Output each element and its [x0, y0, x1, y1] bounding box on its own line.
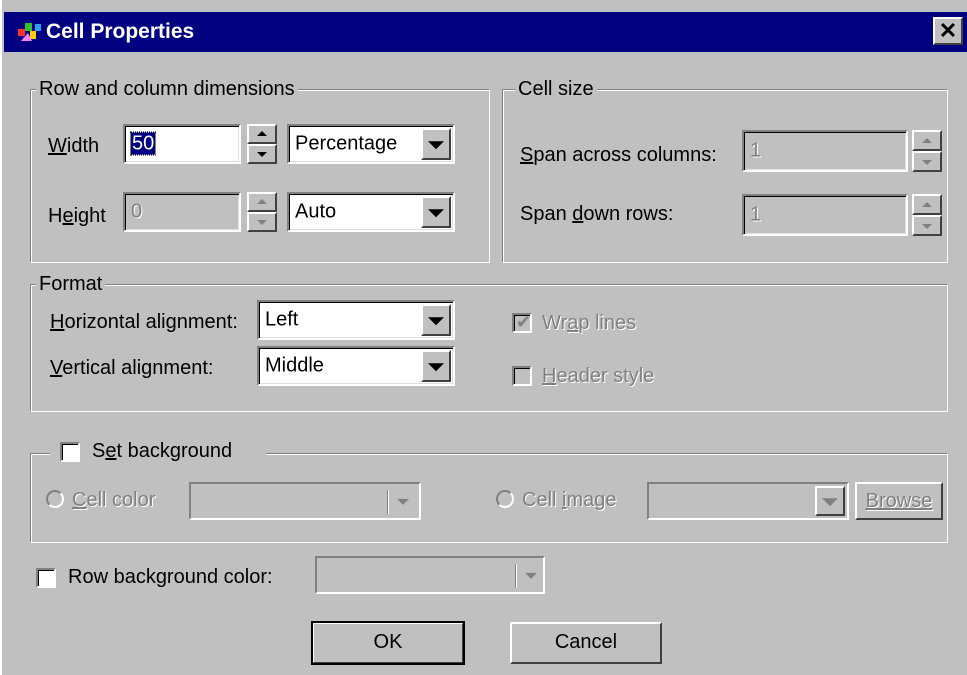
ok-label: OK: [373, 631, 403, 653]
browse-button[interactable]: Browse: [855, 482, 943, 520]
picker-divider: [387, 490, 388, 514]
spin-down-icon: [257, 220, 267, 225]
picker-divider: [515, 564, 516, 588]
cell-image-radio[interactable]: [496, 490, 514, 508]
chevron-down-icon: [525, 572, 537, 579]
horizontal-alignment-dropdown-button[interactable]: [421, 304, 451, 336]
row-background-checkbox[interactable]: [36, 568, 56, 588]
height-unit-select[interactable]: Auto: [287, 192, 455, 232]
chevron-down-icon: [428, 363, 444, 372]
cell-color-radio[interactable]: [46, 490, 64, 508]
spin-up-icon: [257, 131, 267, 136]
spin-up-icon: [922, 137, 932, 143]
chevron-down-icon: [822, 498, 838, 507]
span-columns-value: 1: [750, 139, 762, 162]
vertical-alignment-value: Middle: [265, 354, 324, 377]
vertical-alignment-dropdown-button[interactable]: [421, 350, 451, 382]
wrap-lines-label: Wrap lines: [542, 312, 637, 334]
browse-label: Browse: [865, 490, 933, 512]
spin-down-icon: [922, 159, 932, 165]
span-rows-spin-up[interactable]: [912, 194, 942, 215]
app-icon: [18, 23, 41, 41]
span-rows-label: Span down rows:: [520, 203, 674, 225]
spin-down-icon: [922, 223, 932, 229]
spin-up-icon: [922, 201, 932, 207]
format-legend: Format: [36, 273, 106, 295]
row-background-label: Row background color:: [68, 566, 273, 588]
close-icon: ✕: [938, 18, 958, 43]
cancel-button[interactable]: Cancel: [510, 622, 662, 664]
span-rows-spin-down[interactable]: [912, 215, 942, 236]
cell-color-picker[interactable]: [189, 482, 421, 520]
width-input[interactable]: 50: [123, 124, 241, 164]
cell-color-label: Cell color: [72, 489, 156, 511]
chevron-down-icon: [428, 209, 444, 218]
span-columns-label: Span across columns:: [520, 144, 717, 166]
cell-image-label: Cell image: [522, 489, 617, 511]
height-spin-down[interactable]: [247, 212, 277, 232]
header-style-checkbox[interactable]: [512, 366, 532, 386]
height-unit-dropdown-button[interactable]: [421, 196, 451, 228]
cell-image-dropdown-button[interactable]: [815, 486, 845, 516]
width-unit-dropdown-button[interactable]: [421, 128, 451, 160]
width-label-rest: idth: [66, 135, 100, 157]
height-label: Height: [48, 205, 106, 227]
spin-down-icon: [257, 152, 267, 157]
width-label: Width: [48, 135, 100, 157]
width-spin-up[interactable]: [247, 124, 277, 144]
cancel-label: Cancel: [554, 631, 618, 653]
width-unit-value: Percentage: [295, 132, 398, 155]
height-unit-value: Auto: [295, 200, 337, 223]
height-spin-up[interactable]: [247, 192, 277, 212]
ok-button[interactable]: OK: [311, 621, 465, 665]
height-value: 0: [131, 200, 143, 223]
cell-size-legend: Cell size: [515, 78, 597, 100]
width-value: 50: [129, 131, 157, 156]
span-columns-spin-down[interactable]: [912, 151, 942, 172]
horizontal-alignment-select[interactable]: Left: [257, 300, 455, 340]
width-spin-down[interactable]: [247, 144, 277, 164]
span-columns-input[interactable]: 1: [742, 130, 908, 172]
height-input[interactable]: 0: [123, 192, 241, 232]
format-group: [30, 284, 948, 412]
title-bar[interactable]: Cell Properties ✕: [4, 12, 967, 52]
span-rows-input[interactable]: 1: [742, 194, 908, 236]
wrap-lines-checkbox[interactable]: ✔: [512, 312, 532, 333]
window-title: Cell Properties: [46, 20, 195, 43]
set-background-checkbox[interactable]: [60, 442, 80, 462]
cell-size-group: [502, 89, 948, 263]
row-background-color-picker[interactable]: [315, 556, 545, 594]
vertical-alignment-label: Vertical alignment:: [50, 357, 214, 379]
row-column-dimensions-legend: Row and column dimensions: [36, 78, 298, 100]
set-background-label: Set background: [92, 440, 233, 462]
spin-up-icon: [257, 199, 267, 204]
horizontal-alignment-value: Left: [265, 308, 299, 331]
row-column-dimensions-group: [30, 89, 490, 263]
check-icon: ✔: [516, 312, 532, 332]
width-unit-select[interactable]: Percentage: [287, 124, 455, 164]
chevron-down-icon: [428, 317, 444, 326]
cell-properties-dialog: Cell Properties ✕ Row and column dimensi…: [0, 0, 967, 675]
chevron-down-icon: [397, 498, 409, 505]
span-columns-spin-up[interactable]: [912, 130, 942, 151]
vertical-alignment-select[interactable]: Middle: [257, 346, 455, 386]
cell-image-select[interactable]: [647, 482, 849, 520]
close-button[interactable]: ✕: [933, 17, 963, 45]
span-rows-value: 1: [750, 203, 762, 226]
header-style-label: Header style: [542, 365, 655, 387]
horizontal-alignment-label: Horizontal alignment:: [50, 311, 238, 333]
chevron-down-icon: [428, 141, 444, 150]
